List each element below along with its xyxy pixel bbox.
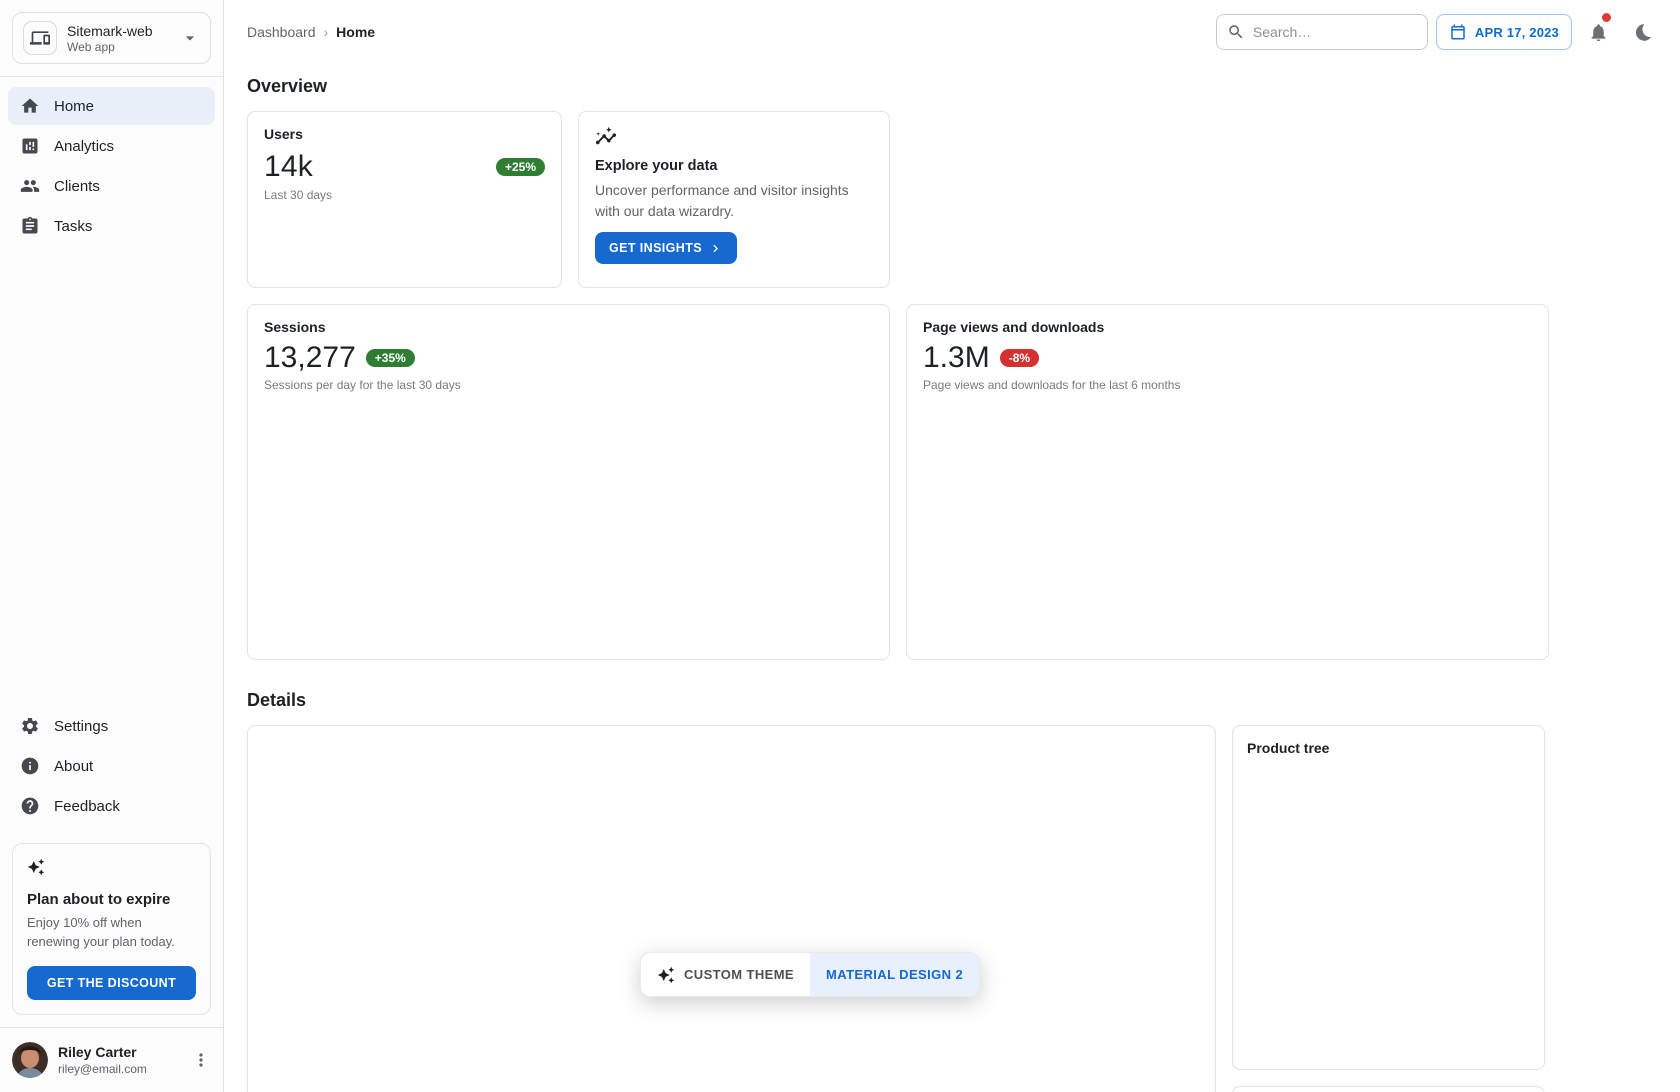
user-profile-row: Riley Carter riley@email.com [0, 1027, 223, 1092]
explore-data-card: Explore your data Uncover performance an… [578, 111, 890, 288]
breadcrumb-home: Home [336, 24, 375, 40]
dark-mode-toggle[interactable] [1624, 14, 1660, 50]
plan-expiry-card: Plan about to expire Enjoy 10% off when … [12, 843, 211, 1015]
caret-down-icon [180, 28, 200, 48]
get-discount-button[interactable]: GET THE DISCOUNT [27, 966, 196, 1000]
tasks-icon [20, 216, 40, 236]
chevron-right-icon [708, 241, 723, 256]
workspace-selector[interactable]: Sitemark-web Web app [12, 12, 211, 64]
people-icon [20, 176, 40, 196]
pageviews-bar-chart [923, 400, 1532, 640]
date-picker-button[interactable]: APR 17, 2023 [1436, 14, 1572, 50]
dashboard-page: Sitemark-web Web app Home Analytics Client… [0, 0, 1680, 1092]
plan-card-body: Enjoy 10% off when renewing your plan to… [27, 914, 196, 952]
custom-theme-option[interactable]: CUSTOM THEME [641, 953, 810, 996]
explore-card-title: Explore your data [595, 158, 873, 174]
product-tree-card: Product tree [1232, 725, 1545, 1070]
search-input[interactable] [1253, 24, 1434, 40]
sessions-chip: +35% [366, 349, 415, 367]
sessions-title: Sessions [264, 319, 873, 335]
details-heading: Details [247, 690, 1545, 711]
overview-cards: Users 14k +25% Last 30 days Explore your da… [247, 111, 1545, 288]
secondary-nav: Settings About Feedback [0, 697, 223, 831]
calendar-icon [1449, 23, 1467, 41]
stat-sparkline [264, 215, 545, 273]
stat-trend-chip: +25% [496, 158, 545, 176]
sidebar-item-feedback[interactable]: Feedback [8, 787, 215, 825]
user-email: riley@email.com [58, 1062, 147, 1076]
sessions-card: Sessions 13,277 +35% Sessions per day fo… [247, 304, 890, 660]
breadcrumb-separator-icon: › [324, 24, 329, 40]
app-logo-icon [23, 21, 57, 55]
pageviews-card: Page views and downloads 1.3M -8% Page v… [906, 304, 1549, 660]
material-design-2-option[interactable]: MATERIAL DESIGN 2 [810, 953, 979, 996]
stat-caption: Last 30 days [264, 188, 545, 202]
sessions-caption: Sessions per day for the last 30 days [264, 378, 873, 392]
sessions-value: 13,277 [264, 341, 356, 375]
charts-row: Sessions 13,277 +35% Sessions per day fo… [247, 304, 1545, 660]
sidebar-item-label: About [54, 758, 93, 775]
search-box [1216, 14, 1428, 50]
sidebar-item-label: Analytics [54, 138, 114, 155]
sparkle-icon [657, 966, 675, 984]
sidebar-item-about[interactable]: About [8, 747, 215, 785]
notifications-button[interactable] [1580, 14, 1616, 50]
sidebar-item-label: Clients [54, 178, 100, 195]
sidebar-item-clients[interactable]: Clients [8, 167, 215, 205]
notification-badge [1602, 13, 1611, 22]
sparkle-icon [27, 858, 45, 876]
sidebar-item-tasks[interactable]: Tasks [8, 207, 215, 245]
analytics-icon [20, 136, 40, 156]
sidebar-item-label: Feedback [54, 798, 120, 815]
sessions-area-chart [264, 400, 873, 640]
help-icon [20, 796, 40, 816]
user-name: Riley Carter [58, 1044, 147, 1060]
moon-icon [1632, 22, 1653, 43]
avatar [12, 1042, 48, 1078]
sidebar: Sitemark-web Web app Home Analytics Client… [0, 0, 224, 1092]
stat-card-users: Users 14k +25% Last 30 days [247, 111, 562, 288]
workspace-type: Web app [67, 40, 170, 54]
user-menu-button[interactable] [191, 1050, 211, 1070]
overview-heading: Overview [247, 76, 1545, 97]
details-table-card [247, 725, 1216, 1092]
top-bar: Dashboard › Home APR 17, 2023 [224, 0, 1680, 50]
plan-card-title: Plan about to expire [27, 891, 196, 908]
pageviews-caption: Page views and downloads for the last 6 … [923, 378, 1532, 392]
gear-icon [20, 716, 40, 736]
main-area: Dashboard › Home APR 17, 2023 [224, 0, 1680, 1092]
next-card-stub [1232, 1086, 1545, 1092]
sidebar-item-label: Settings [54, 718, 108, 735]
product-tree-title: Product tree [1247, 740, 1530, 756]
info-icon [20, 756, 40, 776]
search-icon [1227, 23, 1245, 41]
sidebar-item-analytics[interactable]: Analytics [8, 127, 215, 165]
sidebar-item-label: Tasks [54, 218, 92, 235]
stat-title: Users [264, 126, 545, 142]
get-insights-button[interactable]: GET INSIGHTS [595, 232, 737, 264]
bell-icon [1588, 22, 1609, 43]
stat-value: 14k [264, 150, 313, 184]
workspace-name: Sitemark-web [67, 23, 170, 39]
theme-switcher: CUSTOM THEME MATERIAL DESIGN 2 [640, 952, 980, 997]
pageviews-chip: -8% [1000, 349, 1039, 367]
breadcrumb: Dashboard › Home [247, 24, 375, 40]
explore-card-body: Uncover performance and visitor insights… [595, 180, 873, 222]
primary-nav: Home Analytics Clients Tasks [0, 77, 223, 245]
home-icon [20, 96, 40, 116]
sidebar-item-home[interactable]: Home [8, 87, 215, 125]
breadcrumb-dashboard[interactable]: Dashboard [247, 24, 316, 40]
sidebar-item-label: Home [54, 98, 94, 115]
insights-icon [595, 126, 873, 148]
sidebar-item-settings[interactable]: Settings [8, 707, 215, 745]
pageviews-value: 1.3M [923, 341, 990, 375]
pageviews-title: Page views and downloads [923, 319, 1532, 335]
